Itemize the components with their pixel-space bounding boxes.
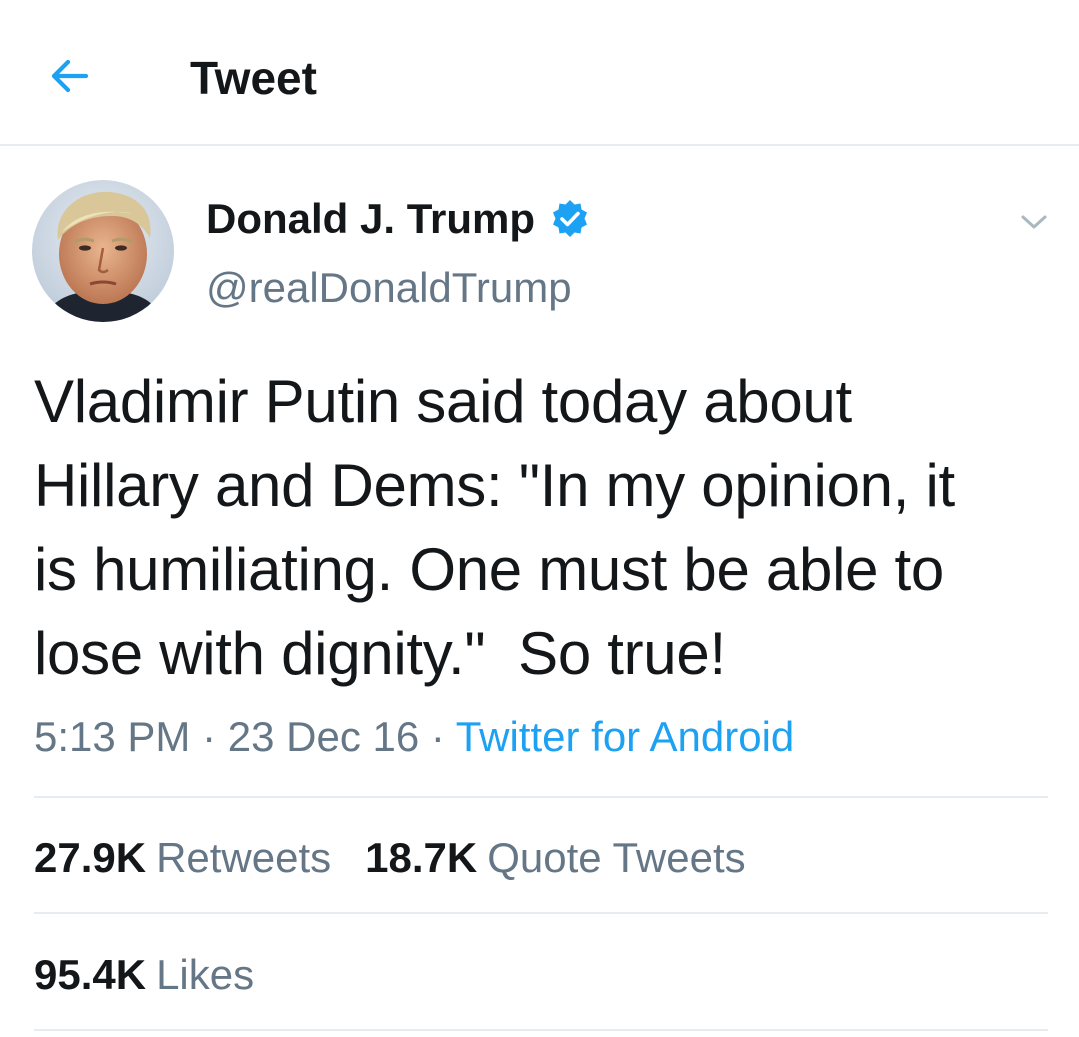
tweet-meta: 5:13 PM · 23 Dec 16 · Twitter for Androi… bbox=[34, 712, 794, 762]
meta-separator-2: · bbox=[419, 713, 456, 760]
page-title: Tweet bbox=[190, 52, 317, 104]
profile-photo bbox=[32, 180, 174, 322]
tweet-text: Vladimir Putin said today about Hillary … bbox=[34, 368, 955, 687]
tweet-source-link[interactable]: Twitter for Android bbox=[456, 713, 794, 760]
tweet-date[interactable]: 23 Dec 16 bbox=[228, 713, 419, 760]
author-name[interactable]: Donald J. Trump bbox=[206, 193, 591, 245]
likes-stat[interactable]: 95.4K Likes bbox=[34, 950, 254, 1000]
retweets-count: 27.9K bbox=[34, 834, 147, 881]
tweet-menu-button[interactable] bbox=[1012, 200, 1056, 244]
quote-tweets-stat[interactable]: 18.7K Quote Tweets bbox=[365, 833, 745, 883]
top-bar: Tweet bbox=[0, 0, 1079, 146]
verified-badge-icon bbox=[549, 198, 591, 240]
quote-tweets-count: 18.7K bbox=[365, 834, 478, 881]
divider bbox=[34, 912, 1048, 914]
quote-tweets-label: Quote Tweets bbox=[487, 834, 746, 881]
author-handle[interactable]: @realDonaldTrump bbox=[206, 262, 572, 314]
likes-count: 95.4K bbox=[34, 951, 147, 998]
retweets-label: Retweets bbox=[156, 834, 332, 881]
likes-label: Likes bbox=[156, 951, 255, 998]
avatar[interactable] bbox=[32, 180, 174, 322]
back-button[interactable] bbox=[40, 46, 100, 106]
stats-row-likes: 95.4K Likes bbox=[34, 950, 288, 1000]
display-name-text: Donald J. Trump bbox=[206, 195, 536, 242]
stats-row-shares: 27.9K Retweets 18.7K Quote Tweets bbox=[34, 833, 780, 883]
meta-separator: · bbox=[190, 713, 228, 760]
divider bbox=[34, 796, 1048, 798]
arrow-left-icon bbox=[51, 59, 89, 93]
retweets-stat[interactable]: 27.9K Retweets bbox=[34, 833, 331, 883]
tweet-time[interactable]: 5:13 PM bbox=[34, 713, 190, 760]
divider bbox=[34, 1029, 1048, 1031]
chevron-down-icon bbox=[1021, 215, 1047, 229]
